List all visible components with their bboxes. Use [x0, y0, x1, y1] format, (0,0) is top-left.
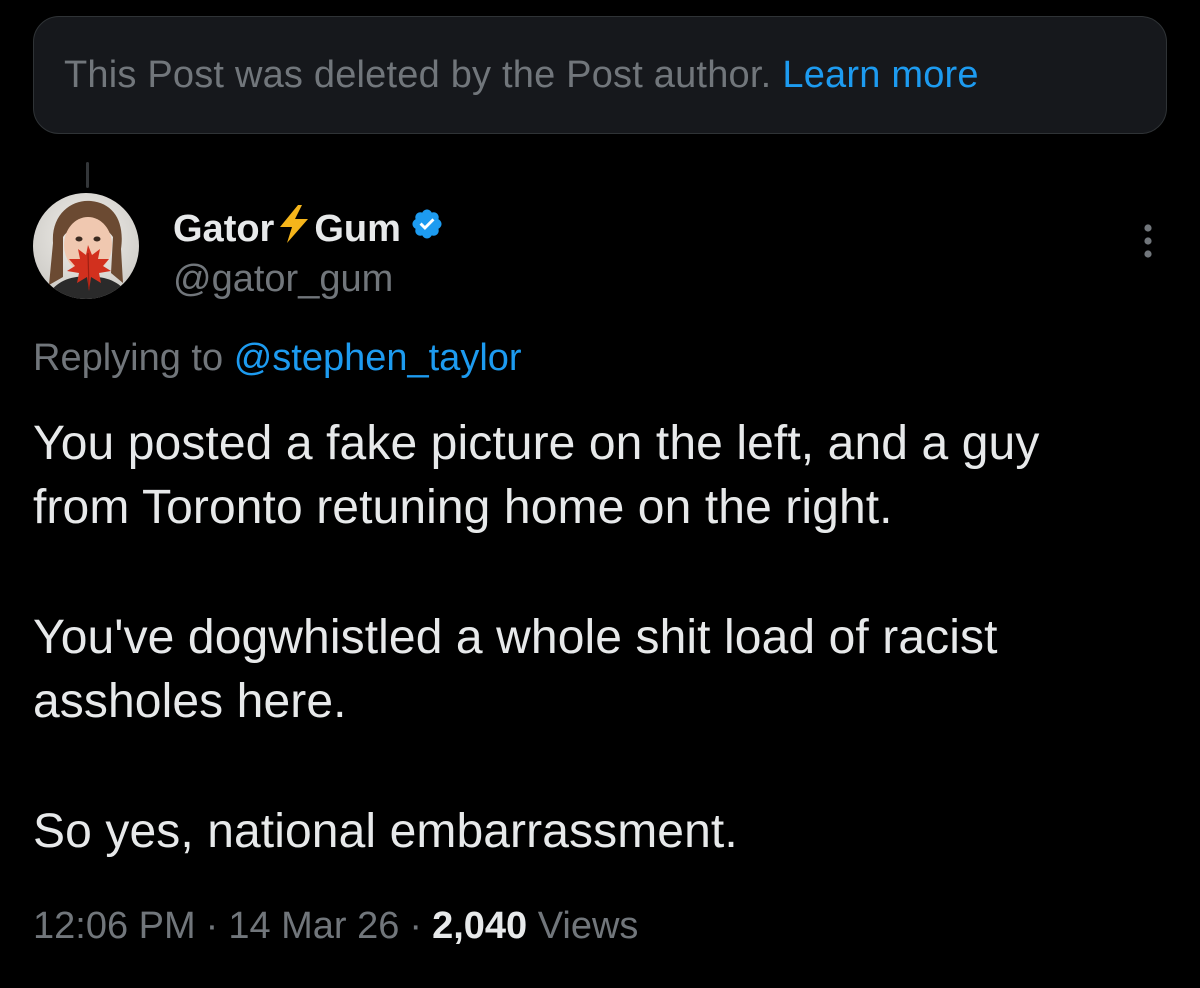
- views-count: 2,040: [432, 905, 528, 947]
- author-handle[interactable]: @gator_gum: [173, 258, 393, 301]
- lightning-bolt-icon: [276, 204, 312, 254]
- replying-to-line: Replying to @stephen_taylor: [33, 337, 522, 380]
- views-label: Views: [537, 905, 639, 947]
- post-line: You posted a fake picture on the left, a…: [33, 417, 1040, 470]
- meta-separator: ·: [205, 905, 219, 947]
- learn-more-link[interactable]: Learn more: [782, 54, 978, 97]
- post-line: You've dogwhistled a whole shit load of …: [33, 611, 998, 664]
- avatar[interactable]: [33, 193, 139, 299]
- reply-mention-link[interactable]: @stephen_taylor: [234, 337, 522, 379]
- post-line: from Toronto retuning home on the right.: [33, 481, 893, 534]
- verified-badge-icon[interactable]: [410, 207, 444, 251]
- author-name-second: Gum: [314, 207, 401, 250]
- deleted-notice-text: This Post was deleted by the Post author…: [64, 53, 772, 96]
- post-text: You posted a fake picture on the left, a…: [33, 412, 1163, 864]
- deleted-post-notice: This Post was deleted by the Post author…: [33, 16, 1167, 134]
- thread-connector-line: [86, 162, 89, 188]
- author-name-first: Gator: [173, 207, 275, 250]
- author-display-name[interactable]: Gator Gum: [173, 204, 444, 254]
- post-time[interactable]: 12:06 PM: [33, 905, 196, 947]
- post-line: So yes, national embarrassment.: [33, 805, 738, 858]
- more-options-icon[interactable]: [1131, 220, 1165, 262]
- post-date[interactable]: 14 Mar 26: [228, 905, 399, 947]
- meta-separator: ·: [409, 905, 423, 947]
- post-meta: 12:06 PM · 14 Mar 26 · 2,040 Views: [33, 905, 638, 948]
- replying-to-label: Replying to: [33, 337, 224, 379]
- post-line: assholes here.: [33, 675, 347, 728]
